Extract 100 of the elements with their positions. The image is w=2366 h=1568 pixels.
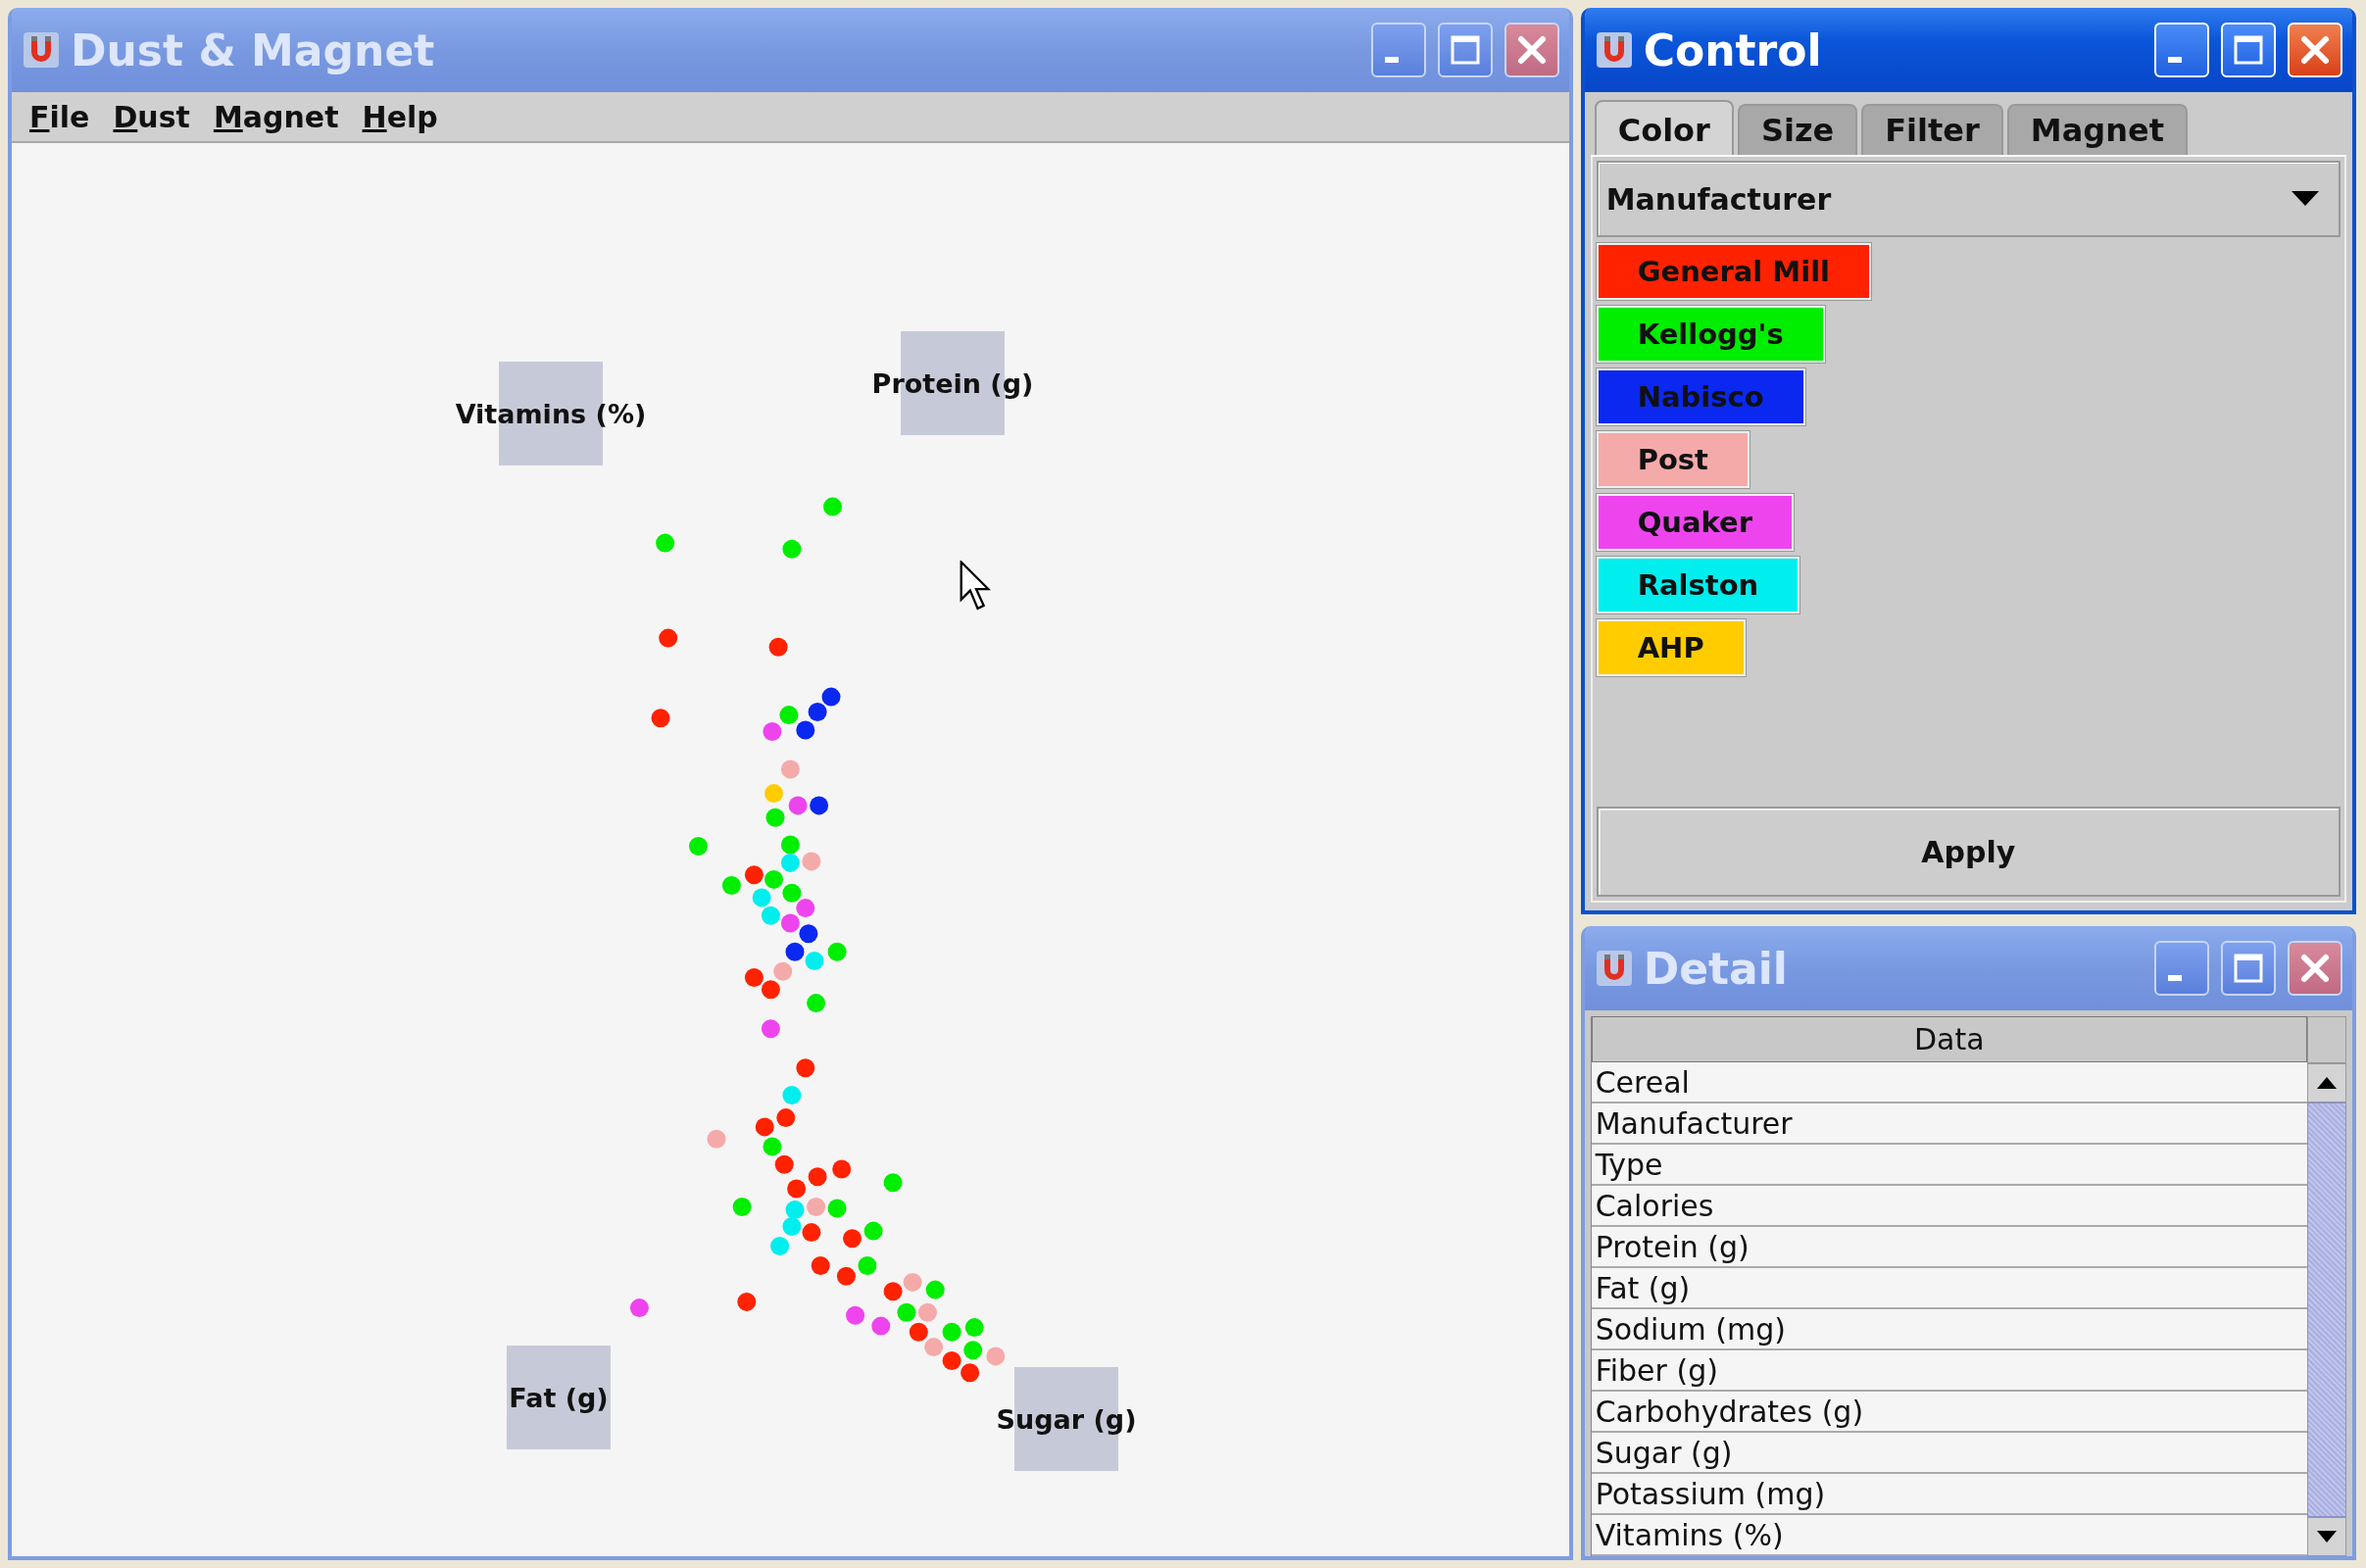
- dust-dot[interactable]: [656, 533, 675, 553]
- dust-dot[interactable]: [779, 706, 799, 725]
- dust-dot[interactable]: [752, 888, 771, 907]
- dust-dot[interactable]: [765, 808, 785, 827]
- legend-button[interactable]: Post: [1596, 431, 1750, 488]
- menu-item[interactable]: Help: [354, 99, 446, 134]
- dust-dot[interactable]: [808, 1167, 827, 1187]
- scroll-up-button[interactable]: [2307, 1063, 2346, 1102]
- dust-dot[interactable]: [774, 1154, 794, 1174]
- dust-dot[interactable]: [659, 628, 678, 648]
- dust-dot[interactable]: [780, 853, 800, 872]
- scrollbar[interactable]: [2307, 1063, 2346, 1556]
- dust-dot[interactable]: [796, 720, 815, 740]
- dust-dot[interactable]: [986, 1347, 1006, 1366]
- menu-item[interactable]: Dust: [105, 99, 198, 134]
- dust-dot[interactable]: [773, 961, 793, 981]
- dust-dot[interactable]: [925, 1280, 945, 1299]
- legend-button[interactable]: Ralston: [1596, 557, 1800, 613]
- dust-dot[interactable]: [832, 1159, 852, 1179]
- dust-dot[interactable]: [942, 1351, 961, 1370]
- close-button[interactable]: [2288, 941, 2342, 996]
- dust-dot[interactable]: [776, 1108, 796, 1128]
- dust-dot[interactable]: [707, 1129, 726, 1149]
- scroll-thumb[interactable]: [2307, 1102, 2346, 1517]
- magnet-square[interactable]: [507, 1346, 611, 1449]
- dust-dot[interactable]: [871, 1316, 891, 1336]
- dust-dot[interactable]: [787, 1179, 807, 1199]
- dust-dot[interactable]: [780, 835, 800, 855]
- dust-dot[interactable]: [942, 1322, 961, 1342]
- dust-dot[interactable]: [780, 760, 800, 779]
- dropdown[interactable]: Manufacturer: [1596, 161, 2341, 237]
- dust-dot[interactable]: [744, 968, 764, 987]
- dust-dot[interactable]: [807, 1198, 826, 1216]
- dust-dot[interactable]: [651, 709, 670, 728]
- dust-dot[interactable]: [629, 1298, 649, 1318]
- tab[interactable]: Size: [1737, 104, 1858, 155]
- dust-dot[interactable]: [802, 1223, 821, 1243]
- dust-dot[interactable]: [810, 796, 829, 815]
- close-button[interactable]: [1503, 23, 1559, 77]
- dust-dot[interactable]: [782, 1086, 802, 1104]
- dust-dot[interactable]: [768, 637, 788, 657]
- dust-dot[interactable]: [883, 1173, 903, 1193]
- minimize-button[interactable]: [2154, 941, 2209, 996]
- dust-dot[interactable]: [761, 1019, 780, 1039]
- dust-dot[interactable]: [737, 1292, 757, 1311]
- dust-dot[interactable]: [863, 1221, 883, 1241]
- dust-dot[interactable]: [785, 1200, 805, 1219]
- dust-dot[interactable]: [843, 1229, 862, 1249]
- dust-dot[interactable]: [897, 1302, 916, 1322]
- dust-dot[interactable]: [821, 687, 841, 707]
- dust-dot[interactable]: [761, 980, 780, 1000]
- dust-dot[interactable]: [811, 1256, 830, 1275]
- dust-dot[interactable]: [964, 1318, 984, 1338]
- dust-dot[interactable]: [963, 1341, 983, 1360]
- dust-dot[interactable]: [823, 497, 842, 516]
- dust-dot[interactable]: [858, 1256, 877, 1275]
- dust-dot[interactable]: [924, 1338, 944, 1357]
- apply-button[interactable]: Apply: [1596, 807, 2341, 897]
- dust-dot[interactable]: [782, 539, 802, 559]
- dust-dot[interactable]: [782, 883, 802, 903]
- dust-dot[interactable]: [763, 722, 782, 741]
- dust-dot[interactable]: [883, 1282, 903, 1301]
- scroll-down-button[interactable]: [2307, 1517, 2346, 1556]
- menu-item[interactable]: Magnet: [205, 99, 347, 134]
- menu-item[interactable]: File: [22, 99, 98, 134]
- dust-dot[interactable]: [755, 1117, 774, 1137]
- legend-button[interactable]: AHP: [1596, 619, 1746, 676]
- dust-dot[interactable]: [796, 899, 815, 918]
- dust-dot[interactable]: [918, 1302, 937, 1322]
- dust-dot[interactable]: [782, 1217, 802, 1236]
- dust-dot[interactable]: [827, 1199, 847, 1218]
- dust-dot[interactable]: [799, 924, 818, 944]
- dust-dot[interactable]: [903, 1272, 922, 1292]
- dust-dot[interactable]: [807, 994, 826, 1013]
- dust-dot[interactable]: [763, 1137, 782, 1156]
- dust-dot[interactable]: [689, 837, 708, 856]
- legend-button[interactable]: Kellogg's: [1596, 306, 1825, 363]
- dust-dot[interactable]: [764, 869, 783, 889]
- legend-button[interactable]: Quaker: [1596, 494, 1795, 551]
- dust-dot[interactable]: [796, 1058, 815, 1078]
- dust-dot[interactable]: [761, 906, 780, 925]
- tab[interactable]: Color: [1594, 100, 1734, 155]
- minimize-button[interactable]: [1370, 23, 1426, 77]
- dust-dot[interactable]: [744, 865, 764, 885]
- legend-button[interactable]: General Mill: [1596, 243, 1872, 300]
- dust-dot[interactable]: [732, 1198, 752, 1216]
- maximize-button[interactable]: [1437, 23, 1493, 77]
- dust-dot[interactable]: [808, 703, 827, 721]
- dust-dot[interactable]: [846, 1305, 865, 1325]
- dust-dot[interactable]: [764, 784, 783, 804]
- tab[interactable]: Magnet: [2006, 104, 2188, 155]
- dust-dot[interactable]: [802, 852, 821, 871]
- dust-dot[interactable]: [805, 952, 824, 970]
- dust-dot[interactable]: [788, 796, 808, 815]
- dust-dot[interactable]: [780, 913, 800, 933]
- tab[interactable]: Filter: [1861, 104, 2003, 155]
- dust-dot[interactable]: [785, 942, 805, 961]
- dust-dot[interactable]: [770, 1237, 790, 1255]
- dust-dot[interactable]: [721, 876, 741, 895]
- dust-dot[interactable]: [827, 942, 847, 961]
